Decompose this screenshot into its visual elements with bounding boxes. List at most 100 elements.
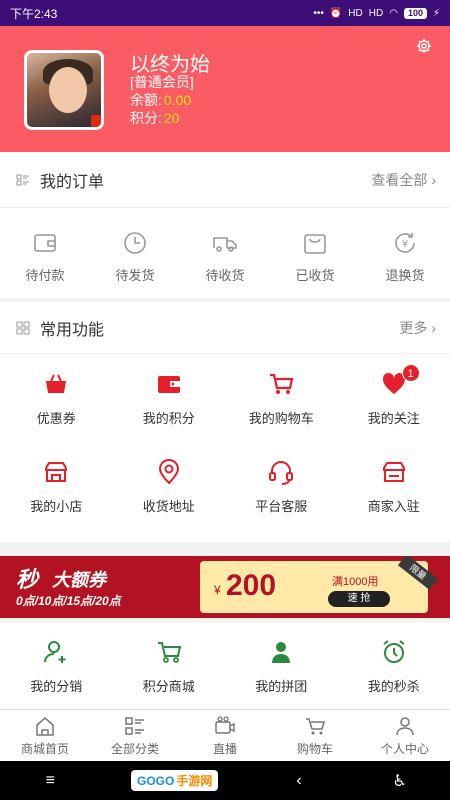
view-all-orders-link[interactable]: 查看全部 › bbox=[371, 170, 436, 190]
order-pending-receipt[interactable]: 待收货 bbox=[180, 208, 270, 304]
flash-coupon-banner[interactable]: 秒 大额券 0点/10点/15点/20点 ¥ 200 满1000用 速 抢 限量 bbox=[0, 556, 450, 618]
func-points[interactable]: 我的积分 bbox=[113, 354, 226, 442]
chevron-right-icon: › bbox=[431, 171, 436, 188]
banner-title: 大额券 bbox=[52, 570, 106, 590]
chevron-right-icon: › bbox=[431, 319, 436, 336]
func-label: 我的秒杀 bbox=[367, 678, 420, 694]
func-label: 积分商城 bbox=[142, 678, 195, 694]
func-coupon[interactable]: 优惠券 bbox=[0, 354, 113, 442]
wifi-icon: ◠ bbox=[389, 7, 398, 19]
balance[interactable]: 余额: 0.00 bbox=[130, 90, 191, 110]
balance-label: 余额: bbox=[130, 92, 162, 108]
functions-header: 常用功能 更多 › bbox=[0, 302, 450, 354]
headset-icon bbox=[269, 460, 294, 485]
category-icon bbox=[125, 716, 144, 735]
func-label: 我的关注 bbox=[367, 410, 420, 426]
points[interactable]: 积分: 20 bbox=[130, 108, 179, 128]
tab-label: 全部分类 bbox=[110, 741, 159, 756]
grid-icon bbox=[16, 321, 30, 334]
order-pending-shipment[interactable]: 待发货 bbox=[90, 208, 180, 304]
alarm-status-icon: ⏰ bbox=[329, 7, 343, 19]
coupon-yen: ¥ bbox=[214, 583, 221, 597]
order-item-label: 已收货 bbox=[295, 267, 335, 283]
more-functions-link[interactable]: 更多 › bbox=[399, 318, 436, 338]
points-value: 20 bbox=[163, 110, 180, 126]
back-icon[interactable]: ‹ bbox=[279, 772, 319, 790]
person-icon bbox=[396, 716, 414, 735]
func-merchant-join[interactable]: 商家入驻 bbox=[338, 442, 450, 530]
orders-title: 我的订单 bbox=[40, 173, 105, 191]
tab-cart[interactable]: 购物车 bbox=[270, 710, 360, 761]
clock-icon bbox=[124, 231, 146, 254]
status-bar: 下午2:43 ••• ⏰ HD HD ◠ 100 ⚡ bbox=[0, 0, 450, 26]
order-pending-payment[interactable]: 待付款 bbox=[0, 208, 90, 304]
order-received[interactable]: 已收货 bbox=[270, 208, 360, 304]
tab-label: 商城首页 bbox=[20, 741, 69, 756]
coupon-ticket[interactable]: ¥ 200 满1000用 速 抢 限量 bbox=[200, 556, 439, 613]
functions-title: 常用功能 bbox=[40, 321, 105, 339]
banner-times: 0点/10点/15点/20点 bbox=[16, 594, 121, 608]
func-cart[interactable]: 我的购物车 bbox=[225, 354, 338, 442]
func-label: 优惠券 bbox=[36, 410, 76, 426]
func-distribution[interactable]: 我的分销 bbox=[0, 622, 113, 710]
func-group-buy[interactable]: 我的拼团 bbox=[225, 622, 338, 710]
user-add-icon bbox=[44, 640, 66, 663]
home-icon bbox=[36, 716, 54, 736]
orders-header: 我的订单 查看全部 › bbox=[0, 152, 450, 208]
member-level: [普通会员] bbox=[130, 74, 194, 90]
extras-grid: 我的分销 积分商城 我的拼团 我的秒杀 bbox=[0, 622, 450, 710]
order-item-label: 待付款 bbox=[25, 267, 65, 283]
basket-icon bbox=[46, 374, 67, 393]
order-refund[interactable]: ¥ 退换货 bbox=[360, 208, 450, 304]
menu-icon[interactable]: ≡ bbox=[30, 772, 70, 790]
tab-live[interactable]: 直播 bbox=[180, 710, 270, 761]
refund-icon: ¥ bbox=[395, 232, 415, 253]
avatar[interactable] bbox=[24, 50, 104, 130]
func-my-shop[interactable]: 我的小店 bbox=[0, 442, 113, 530]
video-icon bbox=[215, 715, 235, 734]
shop-icon bbox=[45, 461, 68, 482]
func-service[interactable]: 平台客服 bbox=[225, 442, 338, 530]
store-icon bbox=[382, 461, 405, 482]
grab-button[interactable]: 速 抢 bbox=[328, 591, 390, 607]
func-label: 平台客服 bbox=[255, 498, 308, 514]
notification-badge: 1 bbox=[401, 364, 420, 382]
battery-icon: 100 bbox=[403, 7, 427, 19]
truck-icon bbox=[213, 236, 237, 252]
tab-home[interactable]: 商城首页 bbox=[0, 710, 90, 761]
tab-label: 直播 bbox=[212, 741, 237, 756]
limited-tag: 限量 bbox=[397, 556, 439, 590]
cart-icon bbox=[306, 717, 325, 734]
tab-profile[interactable]: 个人中心 bbox=[360, 710, 450, 761]
flag-icon bbox=[91, 115, 101, 127]
func-flash-sale[interactable]: 我的秒杀 bbox=[338, 622, 450, 710]
functions-grid: 优惠券 我的积分 我的购物车 1 我的关注 我的小店 收货地址 平台客服 商家入… bbox=[0, 354, 450, 530]
group-icon bbox=[272, 641, 291, 663]
svg-text:¥: ¥ bbox=[402, 239, 408, 250]
func-points-mall[interactable]: 积分商城 bbox=[113, 622, 226, 710]
settings-gear-icon[interactable] bbox=[416, 38, 432, 54]
tab-label: 个人中心 bbox=[380, 741, 429, 756]
wallet-icon bbox=[157, 375, 180, 393]
bottom-tab-bar: 商城首页 全部分类 直播 购物车 个人中心 bbox=[0, 709, 450, 761]
alarm-icon bbox=[383, 639, 405, 663]
bag-icon bbox=[304, 233, 326, 254]
view-all-label: 查看全部 bbox=[371, 171, 428, 188]
func-address[interactable]: 收货地址 bbox=[113, 442, 226, 530]
signal-icon: HD bbox=[348, 7, 363, 19]
coupon-amount: 200 bbox=[226, 569, 277, 602]
profile-header: 以终为始 [普通会员] 余额: 0.00 积分: 20 bbox=[0, 26, 450, 152]
func-follow[interactable]: 1 我的关注 bbox=[338, 354, 450, 442]
accessibility-icon[interactable]: ♿ bbox=[380, 771, 420, 791]
location-icon bbox=[158, 458, 179, 484]
more-dots-icon: ••• bbox=[313, 7, 324, 19]
func-label: 收货地址 bbox=[142, 498, 195, 514]
coupon-condition: 满1000用 bbox=[332, 576, 379, 588]
system-nav-bar: ≡ GOGO 手游网 ‹ ♿ bbox=[0, 761, 450, 800]
wallet-icon bbox=[34, 233, 56, 252]
gogo-logo: GOGO 手游网 bbox=[130, 770, 219, 791]
func-label: 我的分销 bbox=[30, 678, 83, 694]
tab-categories[interactable]: 全部分类 bbox=[90, 710, 180, 761]
charging-icon: ⚡ bbox=[432, 7, 440, 19]
orders-card: 我的订单 查看全部 › 待付款 待发货 待收货 已收货 ¥ 退换货 bbox=[0, 152, 450, 298]
